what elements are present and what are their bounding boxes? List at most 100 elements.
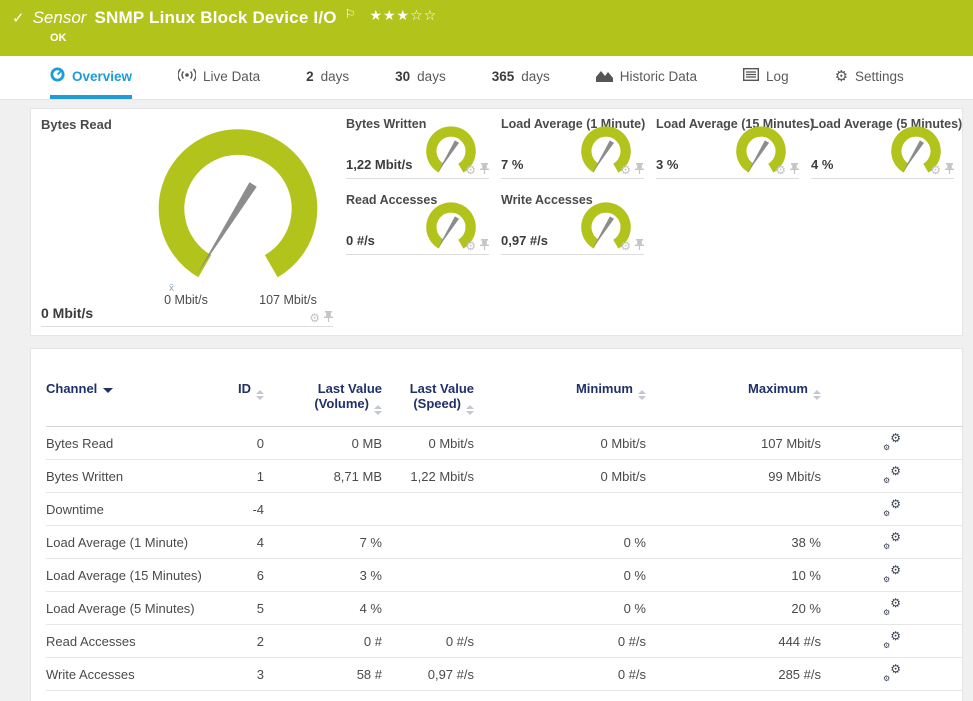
channels-table: Channel ID Last Value (Volume) Last Valu… bbox=[46, 349, 963, 691]
small-gauges-grid: Bytes Written 1,22 Mbit/s ⚙ Load Average… bbox=[346, 117, 954, 327]
gauge-settings-gear-icon[interactable]: ⚙ bbox=[309, 312, 320, 324]
channel-name: Load Average (5 Minutes) bbox=[46, 592, 206, 625]
gauge-load-average-1min: Load Average (1 Minute) 7 % ⚙ bbox=[501, 117, 644, 179]
tab-label: days bbox=[417, 69, 446, 84]
channel-name: Load Average (1 Minute) bbox=[46, 526, 206, 559]
tab-label: Historic Data bbox=[620, 69, 697, 84]
gauge-load-average-5min: Load Average (5 Minutes) 4 % ⚙ bbox=[811, 117, 954, 179]
last-value-volume: 7 % bbox=[264, 526, 382, 559]
minimum-value: 0 #/s bbox=[474, 658, 646, 691]
gauge-current-value: 3 % bbox=[656, 157, 678, 172]
tab-365-days[interactable]: 365 days bbox=[492, 56, 550, 99]
channel-settings-icon[interactable]: ⚙⚙ bbox=[883, 599, 901, 615]
channels-table-panel: Channel ID Last Value (Volume) Last Valu… bbox=[30, 348, 963, 701]
tab-historic-data[interactable]: Historic Data bbox=[596, 56, 697, 99]
last-value-speed bbox=[382, 526, 474, 559]
maximum-value: 38 % bbox=[646, 526, 821, 559]
channel-settings-icon[interactable]: ⚙⚙ bbox=[883, 434, 901, 450]
tab-label: Live Data bbox=[203, 69, 260, 84]
gauge-settings-gear-icon[interactable]: ⚙ bbox=[620, 240, 631, 252]
tab-2-days[interactable]: 2 days bbox=[306, 56, 349, 99]
channel-name: Downtime bbox=[46, 493, 206, 526]
column-header-settings bbox=[821, 349, 963, 427]
gear-icon: ⚙ bbox=[835, 69, 848, 84]
last-value-speed bbox=[382, 592, 474, 625]
minimum-value: 0 % bbox=[474, 592, 646, 625]
channel-id: -4 bbox=[206, 493, 264, 526]
channel-settings-icon[interactable]: ⚙⚙ bbox=[883, 665, 901, 681]
table-row: Bytes Written 1 8,71 MB 1,22 Mbit/s 0 Mb… bbox=[46, 460, 963, 493]
tab-number: 365 bbox=[492, 69, 515, 84]
gauge-current-value: 0,97 #/s bbox=[501, 233, 548, 248]
channel-settings-icon[interactable]: ⚙⚙ bbox=[883, 632, 901, 648]
tab-overview[interactable]: Overview bbox=[50, 56, 132, 99]
tab-bar: Overview Live Data 2 days 30 days 365 da… bbox=[0, 56, 973, 100]
pin-icon[interactable] bbox=[635, 162, 644, 177]
channel-name: Read Accesses bbox=[46, 625, 206, 658]
pin-icon[interactable] bbox=[635, 238, 644, 253]
sort-icon bbox=[256, 390, 264, 400]
last-value-volume: 58 # bbox=[264, 658, 382, 691]
gauge-icon bbox=[50, 67, 65, 86]
gauge-min-label: 0 Mbit/s bbox=[141, 293, 231, 307]
table-row: Downtime -4 ⚙⚙ bbox=[46, 493, 963, 526]
gauge-settings-gear-icon[interactable]: ⚙ bbox=[465, 164, 476, 176]
table-row: Read Accesses 2 0 # 0 #/s 0 #/s 444 #/s … bbox=[46, 625, 963, 658]
minimum-value: 0 % bbox=[474, 526, 646, 559]
sensor-header: ✓ Sensor SNMP Linux Block Device I/O ⚐ ★… bbox=[0, 0, 973, 56]
gauge-settings-gear-icon[interactable]: ⚙ bbox=[775, 164, 786, 176]
channel-id: 2 bbox=[206, 625, 264, 658]
tab-live-data[interactable]: Live Data bbox=[178, 56, 260, 99]
sensor-title: SNMP Linux Block Device I/O bbox=[94, 8, 336, 28]
channel-id: 6 bbox=[206, 559, 264, 592]
table-row: Bytes Read 0 0 MB 0 Mbit/s 0 Mbit/s 107 … bbox=[46, 427, 963, 460]
last-value-speed: 0 #/s bbox=[382, 625, 474, 658]
last-value-volume: 0 # bbox=[264, 625, 382, 658]
last-value-volume: 0 MB bbox=[264, 427, 382, 460]
last-value-volume bbox=[264, 493, 382, 526]
channel-settings-icon[interactable]: ⚙⚙ bbox=[883, 566, 901, 582]
last-value-volume: 3 % bbox=[264, 559, 382, 592]
gauge-settings-gear-icon[interactable]: ⚙ bbox=[930, 164, 941, 176]
channel-settings-icon[interactable]: ⚙⚙ bbox=[883, 500, 901, 516]
pin-icon[interactable] bbox=[480, 162, 489, 177]
column-header-maximum[interactable]: Maximum bbox=[646, 349, 821, 427]
channel-settings-icon[interactable]: ⚙⚙ bbox=[883, 467, 901, 483]
gauge-current-value: 1,22 Mbit/s bbox=[346, 157, 412, 172]
table-header-row: Channel ID Last Value (Volume) Last Valu… bbox=[46, 349, 963, 427]
pin-icon[interactable] bbox=[324, 310, 333, 325]
status-ok-check-icon: ✓ bbox=[12, 9, 25, 27]
minimum-value: 0 Mbit/s bbox=[474, 460, 646, 493]
tab-label: Overview bbox=[72, 69, 132, 84]
channel-name: Bytes Written bbox=[46, 460, 206, 493]
gauge-load-average-15min: Load Average (15 Minutes) 3 % ⚙ bbox=[656, 117, 799, 179]
gauge-write-accesses: Write Accesses 0,97 #/s ⚙ bbox=[501, 193, 644, 255]
pin-icon[interactable] bbox=[945, 162, 954, 177]
column-header-last-value-volume[interactable]: Last Value (Volume) bbox=[264, 349, 382, 427]
gauge-settings-gear-icon[interactable]: ⚙ bbox=[620, 164, 631, 176]
minimum-value: 0 #/s bbox=[474, 625, 646, 658]
priority-stars[interactable]: ★★★☆☆ bbox=[369, 8, 437, 24]
channel-id: 0 bbox=[206, 427, 264, 460]
gauge-settings-gear-icon[interactable]: ⚙ bbox=[465, 240, 476, 252]
pin-icon[interactable] bbox=[480, 238, 489, 253]
tab-30-days[interactable]: 30 days bbox=[395, 56, 446, 99]
tab-settings[interactable]: ⚙ Settings bbox=[835, 56, 904, 99]
column-header-minimum[interactable]: Minimum bbox=[474, 349, 646, 427]
maximum-value: 285 #/s bbox=[646, 658, 821, 691]
channel-id: 1 bbox=[206, 460, 264, 493]
channel-settings-icon[interactable]: ⚙⚙ bbox=[883, 533, 901, 549]
status-badge: OK bbox=[50, 32, 959, 44]
column-header-id[interactable]: ID bbox=[206, 349, 264, 427]
pin-icon[interactable] bbox=[790, 162, 799, 177]
tab-log[interactable]: Log bbox=[743, 56, 789, 99]
minimum-value bbox=[474, 493, 646, 526]
column-header-channel[interactable]: Channel bbox=[46, 349, 206, 427]
channel-id: 4 bbox=[206, 526, 264, 559]
column-header-last-value-speed[interactable]: Last Value (Speed) bbox=[382, 349, 474, 427]
channel-name: Write Accesses bbox=[46, 658, 206, 691]
area-chart-icon bbox=[596, 68, 613, 86]
last-value-speed: 0 Mbit/s bbox=[382, 427, 474, 460]
last-value-volume: 8,71 MB bbox=[264, 460, 382, 493]
flag-icon[interactable]: ⚐ bbox=[345, 7, 356, 21]
